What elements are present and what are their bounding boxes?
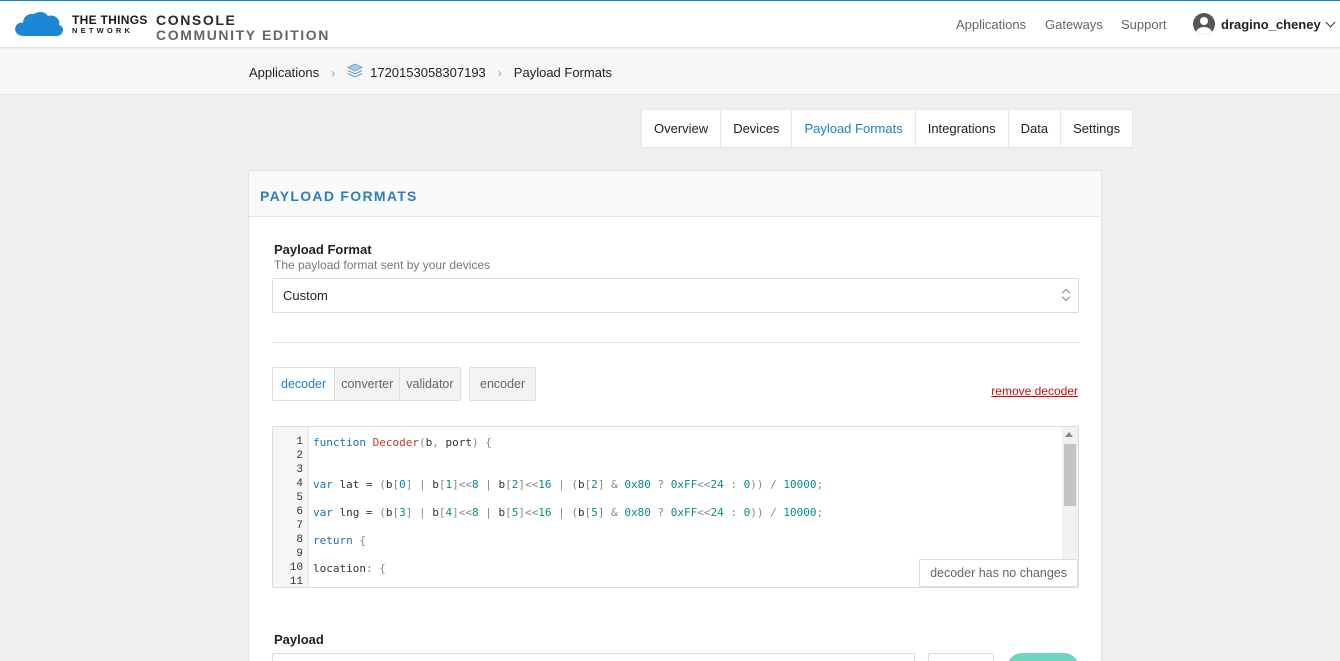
card-header: PAYLOAD FORMATS	[249, 171, 1101, 217]
top-navbar: THE THINGS NETWORK CONSOLE COMMUNITY EDI…	[0, 0, 1340, 48]
nav-gateways-link[interactable]: Gateways	[1045, 17, 1103, 32]
edition-label: COMMUNITY EDITION	[156, 27, 330, 43]
payload-format-select[interactable]: Custom	[272, 278, 1079, 313]
network-name-line1: THE THINGS	[72, 12, 148, 27]
port-input[interactable]	[928, 653, 994, 661]
line-number: 5	[296, 492, 303, 504]
chevron-right-icon: ›	[331, 65, 336, 80]
breadcrumb-applications[interactable]: Applications	[249, 65, 319, 80]
nav-applications-link[interactable]: Applications	[956, 17, 1026, 32]
tab-settings[interactable]: Settings	[1061, 110, 1132, 147]
code-line: var lat = (b[0] | b[1]<<8 | b[2]<<16 | (…	[313, 478, 824, 491]
line-number: 1	[296, 436, 303, 448]
avatar-icon	[1193, 13, 1215, 35]
breadcrumb-bar: Applications › 1720153058307193 › Payloa…	[0, 49, 1340, 95]
line-number: 3	[296, 464, 303, 476]
payload-label: Payload	[274, 632, 324, 647]
scroll-up-icon[interactable]	[1065, 432, 1073, 437]
code-editor[interactable]: 1 2 3 4 5 6 7 8 9 10 11 function Decoder…	[272, 426, 1079, 588]
card-title: PAYLOAD FORMATS	[260, 188, 418, 204]
line-number: 8	[296, 534, 303, 546]
test-button[interactable]	[1007, 653, 1079, 661]
select-arrows-icon	[1062, 288, 1070, 302]
line-number: 9	[296, 548, 303, 560]
remove-decoder-link[interactable]: remove decoder	[991, 384, 1078, 398]
tab-devices[interactable]: Devices	[721, 110, 793, 147]
tab-converter[interactable]: converter	[335, 368, 401, 400]
chevron-right-icon: ›	[497, 65, 502, 80]
tab-integrations[interactable]: Integrations	[916, 110, 1009, 147]
code-line: location: {	[313, 562, 386, 575]
decoder-status-button[interactable]: decoder has no changes	[919, 559, 1078, 587]
payload-format-help: The payload format sent by your devices	[274, 258, 491, 272]
line-number-gutter: 1 2 3 4 5 6 7 8 9 10 11	[273, 427, 309, 587]
tab-validator[interactable]: validator	[400, 368, 459, 400]
payload-formats-card: PAYLOAD FORMATS Payload Format The paylo…	[248, 170, 1102, 661]
function-tabs: decoder converter validator	[272, 367, 461, 401]
cloud-icon	[15, 11, 64, 36]
breadcrumb-current: Payload Formats	[513, 65, 613, 80]
line-number: 10	[289, 562, 303, 574]
payload-format-value: Custom	[283, 288, 328, 303]
tab-payload-formats[interactable]: Payload Formats	[792, 110, 916, 147]
application-tabs: Overview Devices Payload Formats Integra…	[641, 109, 1134, 148]
console-label: CONSOLE	[156, 12, 237, 28]
line-number: 4	[296, 478, 303, 490]
tab-data[interactable]: Data	[1009, 110, 1062, 147]
code-line: function Decoder(b, port) {	[313, 436, 492, 449]
ttn-logo[interactable]: THE THINGS NETWORK	[14, 11, 148, 37]
breadcrumb-application-id[interactable]: 1720153058307193	[370, 65, 486, 80]
tab-decoder[interactable]: decoder	[273, 368, 336, 400]
payload-input[interactable]	[272, 653, 915, 661]
line-number: 6	[296, 506, 303, 518]
code-line: var lng = (b[3] | b[4]<<8 | b[5]<<16 | (…	[313, 506, 824, 519]
username: dragino_cheney	[1221, 16, 1321, 32]
line-number: 11	[289, 576, 303, 588]
console-edition-title: CONSOLE COMMUNITY EDITION	[156, 13, 330, 42]
network-name-line2: NETWORK	[72, 25, 134, 35]
tab-encoder[interactable]: encoder	[469, 367, 537, 401]
user-menu[interactable]: dragino_cheney	[1193, 13, 1336, 35]
breadcrumb: Applications › 1720153058307193 › Payloa…	[249, 63, 612, 82]
code-line: return {	[313, 534, 366, 547]
divider	[272, 342, 1079, 343]
nav-support-link[interactable]: Support	[1121, 17, 1167, 32]
line-number: 2	[296, 450, 303, 462]
chevron-down-icon	[1325, 17, 1336, 27]
layers-icon	[347, 63, 364, 82]
payload-format-label: Payload Format	[274, 242, 372, 257]
line-number: 7	[296, 520, 303, 532]
tab-overview[interactable]: Overview	[642, 110, 722, 147]
scrollbar-thumb[interactable]	[1064, 444, 1076, 506]
